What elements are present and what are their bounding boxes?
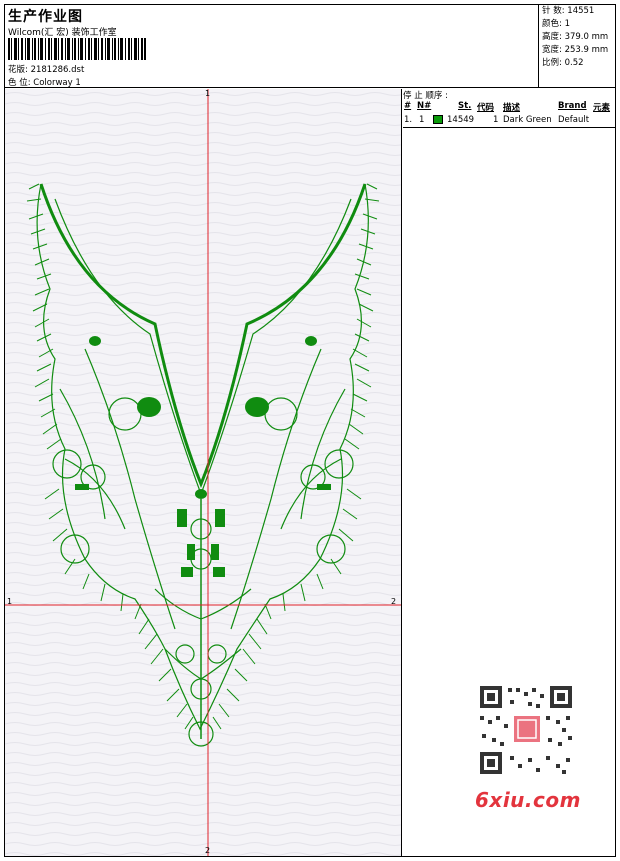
design-file-label: 花版: [8, 65, 28, 75]
col-description: 描述 [503, 103, 521, 113]
qr-code [470, 680, 580, 780]
axis-right-label: 2 [391, 597, 397, 606]
colorway-value: Colorway 1 [33, 78, 81, 88]
design-file-value: 2181286.dst [30, 65, 85, 75]
table-divider [403, 127, 615, 128]
row-stitches: 14549 [447, 115, 475, 125]
col-index: # [404, 101, 412, 111]
design-file-line: 花版: 2181286.dst [8, 63, 84, 75]
axis-bottom-label: 2 [205, 846, 211, 855]
colorway-label: 色 位: [8, 78, 31, 88]
table-row[interactable]: 1. 1 14549 1 Dark Green Default [403, 115, 615, 127]
stat-colors: 颜色: 1 [542, 19, 570, 29]
row-description: Dark Green [503, 115, 552, 125]
axis-left-label: 1 [7, 597, 13, 606]
axis-top-label: 1 [205, 89, 211, 98]
stat-width: 宽度: 253.9 mm [542, 45, 609, 55]
stat-scale: 比例: 0.52 [542, 58, 584, 68]
design-canvas[interactable]: 1 2 1 2 [5, 89, 402, 856]
embroidery-design [5, 89, 401, 856]
col-needle: N# [417, 101, 432, 111]
row-index: 1. [404, 115, 413, 125]
col-element: 元素 [593, 103, 611, 113]
row-code: 1 [493, 115, 499, 125]
stats-panel: 针 数: 14551 颜色: 1 高度: 379.0 mm 宽度: 253.9 … [538, 4, 616, 88]
col-brand: Brand [558, 101, 587, 111]
company-name: Wilcom(汇 宏) 装饰工作室 [8, 28, 117, 38]
watermark-brand: 6xiu.com [475, 788, 581, 812]
colorway-line: 色 位: Colorway 1 [8, 76, 81, 88]
stat-stitches: 针 数: 14551 [542, 6, 595, 16]
row-brand: Default [558, 115, 590, 125]
barcode [8, 38, 146, 60]
header-panel: 生产作业图 Wilcom(汇 宏) 装饰工作室 花版: 2181286.dst … [4, 4, 616, 88]
thread-color-swatch [433, 115, 443, 124]
page-title: 生产作业图 [8, 9, 83, 25]
sequence-table-header: # N# St. 代码 描述 Brand 元素 [403, 100, 615, 114]
col-code: 代码 [477, 103, 495, 113]
row-needle: 1 [419, 115, 425, 125]
stat-height: 高度: 379.0 mm [542, 32, 609, 42]
col-stitches: St. [458, 101, 472, 111]
